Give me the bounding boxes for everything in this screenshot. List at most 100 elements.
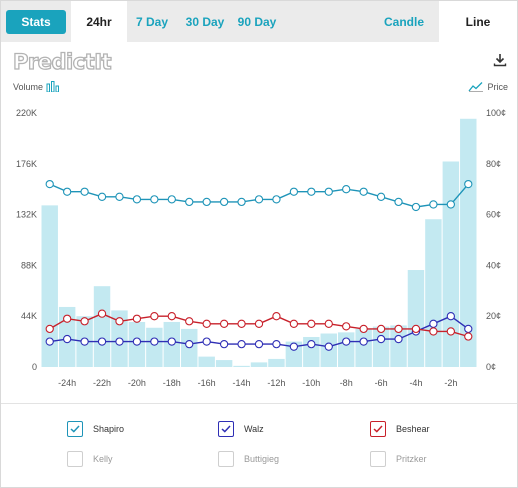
tab-candle[interactable]: Candle (375, 1, 433, 42)
price-point-shapiro (307, 187, 316, 196)
price-point-walz (446, 312, 455, 321)
price-point-walz (324, 342, 333, 351)
price-point-walz (307, 339, 316, 349)
price-point-walz (63, 334, 72, 344)
checkbox-checked-icon[interactable] (67, 421, 83, 437)
price-axis-tick-label: 60¢ (486, 210, 501, 220)
price-point-shapiro (237, 197, 246, 207)
x-axis-tick-label: -22h (93, 378, 111, 388)
price-point-beshear (411, 324, 421, 334)
price-point-shapiro (272, 195, 281, 204)
price-legend: Price (468, 81, 508, 92)
price-point-shapiro (411, 202, 421, 212)
price-label: Price (487, 81, 508, 92)
tab-90-day[interactable]: 90 Day (233, 1, 281, 42)
volume-axis-tick-label: 0 (32, 362, 37, 372)
stats-button[interactable]: Stats (6, 10, 66, 34)
price-point-beshear (307, 319, 316, 328)
price-point-walz (132, 337, 142, 346)
volume-label: Volume (13, 81, 44, 92)
candidate-toggle-shapiro[interactable]: Shapiro (67, 419, 124, 439)
candidate-toggle-buttigieg[interactable]: Buttigieg (218, 449, 279, 469)
checkbox-checked-icon[interactable] (370, 421, 386, 437)
price-point-shapiro (45, 179, 54, 189)
price-point-walz (185, 339, 194, 349)
price-point-shapiro (97, 192, 107, 201)
price-point-walz (80, 337, 89, 346)
checkbox-empty-icon[interactable] (218, 451, 234, 467)
tab-30-day[interactable]: 30 Day (181, 1, 229, 42)
price-point-walz (167, 337, 176, 346)
price-point-walz (254, 339, 264, 349)
price-point-shapiro (324, 187, 333, 196)
price-axis-tick-label: 0¢ (486, 362, 496, 372)
volume-bar (233, 365, 250, 367)
price-axis-tick-label: 80¢ (486, 159, 501, 169)
price-point-beshear (132, 314, 142, 323)
volume-bar (250, 362, 268, 367)
volume-bar (146, 327, 163, 367)
price-point-walz (394, 334, 403, 344)
price-point-beshear (429, 327, 438, 336)
price-point-beshear (464, 332, 473, 341)
price-point-shapiro (202, 197, 211, 207)
price-point-beshear (63, 314, 72, 323)
price-point-beshear (446, 327, 455, 336)
x-axis-tick-label: -24h (58, 378, 76, 388)
candidate-toggle-kelly[interactable]: Kelly (67, 449, 113, 469)
checkbox-empty-icon[interactable] (67, 451, 83, 467)
candidate-name: Beshear (396, 424, 430, 434)
volume-bar (355, 328, 372, 367)
volume-legend: Volume (13, 81, 60, 92)
candidate-name: Pritzker (396, 454, 427, 464)
price-point-beshear (167, 312, 176, 321)
candidate-toggle-beshear[interactable]: Beshear (370, 419, 430, 439)
x-axis-tick-label: -16h (198, 378, 216, 388)
price-axis-tick-label: 40¢ (486, 260, 501, 270)
price-point-beshear (254, 319, 264, 328)
candidate-toggle-walz[interactable]: Walz (218, 419, 264, 439)
volume-bar (198, 356, 215, 367)
price-point-shapiro (342, 185, 351, 194)
price-point-shapiro (446, 200, 455, 209)
price-point-walz (342, 337, 351, 346)
price-point-walz (97, 337, 107, 346)
price-point-shapiro (185, 197, 194, 207)
price-point-shapiro (289, 187, 299, 196)
price-point-beshear (342, 322, 351, 331)
x-axis-tick-label: -4h (409, 378, 422, 388)
price-point-beshear (80, 317, 89, 326)
download-icon[interactable] (493, 53, 507, 67)
price-point-beshear (376, 324, 386, 334)
x-axis-tick-label: -2h (444, 378, 457, 388)
x-axis-tick-label: -20h (128, 378, 146, 388)
x-axis-tick-label: -10h (302, 378, 320, 388)
candidate-name: Walz (244, 424, 264, 434)
volume-bar (425, 219, 442, 367)
price-point-walz (150, 337, 159, 346)
tab-24hr[interactable]: 24hr (71, 1, 127, 42)
volume-axis-tick-label: 176K (16, 159, 37, 169)
x-axis-tick-label: -14h (233, 378, 251, 388)
line-chart-icon (468, 82, 484, 92)
price-point-walz (376, 334, 386, 344)
tab-7-day[interactable]: 7 Day (131, 1, 173, 42)
checkbox-empty-icon[interactable] (370, 451, 386, 467)
price-point-walz (272, 339, 281, 349)
price-point-shapiro (63, 187, 72, 196)
price-point-beshear (115, 317, 124, 326)
volume-bar (407, 270, 425, 367)
price-point-walz (202, 337, 211, 346)
price-point-walz (464, 324, 473, 334)
tab-bar: Stats 24hr 7 Day 30 Day 90 Day Candle Li… (1, 1, 517, 42)
candidate-toggle-pritzker[interactable]: Pritzker (370, 449, 427, 469)
price-point-shapiro (167, 195, 176, 204)
volume-bar (268, 358, 285, 367)
price-point-shapiro (376, 192, 386, 201)
price-point-beshear (324, 319, 333, 328)
candidate-name: Kelly (93, 454, 113, 464)
price-point-shapiro (359, 187, 368, 196)
checkbox-checked-icon[interactable] (218, 421, 234, 437)
tab-line[interactable]: Line (439, 1, 517, 42)
price-point-walz (359, 337, 368, 346)
